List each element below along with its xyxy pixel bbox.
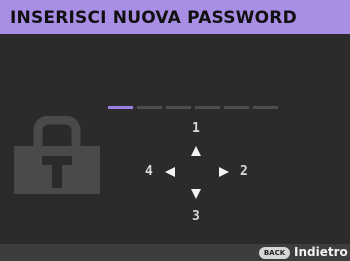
right-arrow-icon[interactable]	[219, 167, 229, 177]
left-arrow-icon[interactable]	[165, 167, 175, 177]
up-arrow-icon[interactable]	[191, 146, 201, 156]
password-slot-4	[195, 106, 220, 109]
back-label: Indietro	[294, 245, 348, 259]
password-screen: INSERISCI NUOVA PASSWORD 1 4 2 3 BACK In…	[0, 0, 350, 261]
down-arrow-icon[interactable]	[191, 189, 201, 199]
lock-icon	[14, 116, 100, 194]
password-slot-1	[108, 106, 133, 109]
direction-right-number: 2	[240, 164, 248, 179]
direction-up-number: 1	[192, 121, 200, 136]
password-slot-3	[166, 106, 191, 109]
password-slot-2	[137, 106, 162, 109]
password-slot-5	[224, 106, 249, 109]
direction-down-number: 3	[192, 209, 200, 224]
back-button[interactable]: BACK	[259, 247, 290, 259]
password-slot-6	[253, 106, 278, 109]
direction-left-number: 4	[145, 164, 153, 179]
page-title: INSERISCI NUOVA PASSWORD	[10, 8, 297, 28]
footer-bar: BACK Indietro	[0, 244, 350, 261]
title-bar: INSERISCI NUOVA PASSWORD	[0, 0, 350, 34]
